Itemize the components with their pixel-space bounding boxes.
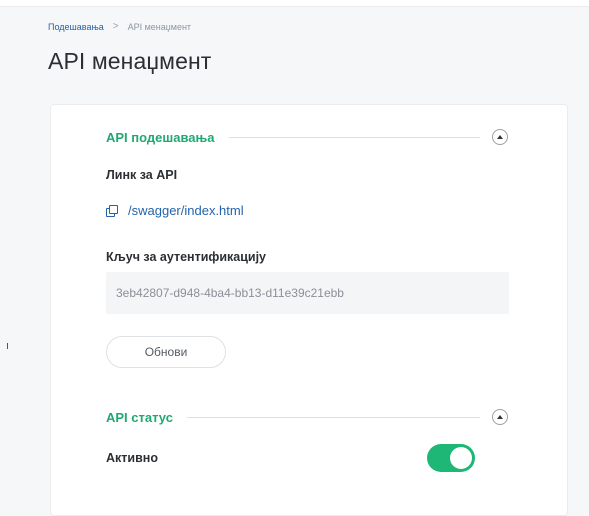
collapse-api-settings-button[interactable] — [492, 129, 508, 145]
auth-key-field[interactable]: 3eb42807-d948-4ba4-bb13-d11e39c21ebb — [106, 272, 509, 314]
active-label: Активно — [106, 451, 158, 465]
breadcrumb-settings-link[interactable]: Подешавања — [48, 22, 104, 32]
refresh-key-button[interactable]: Обнови — [106, 336, 226, 368]
api-management-card: API подешавања Линк за API /swagger/inde… — [50, 104, 568, 516]
section-divider — [186, 416, 480, 418]
breadcrumb: Подешавања > API менаџмент — [48, 21, 191, 32]
collapse-api-status-button[interactable] — [492, 409, 508, 425]
divider-mark — [7, 343, 8, 349]
api-settings-title: API подешавања — [106, 129, 215, 145]
chevron-up-icon — [497, 134, 503, 139]
breadcrumb-current: API менаџмент — [127, 21, 192, 32]
api-link[interactable]: /swagger/index.html — [106, 203, 244, 218]
api-link-label: Линк за API — [106, 168, 178, 182]
api-link-text[interactable]: /swagger/index.html — [128, 203, 244, 218]
top-bar — [0, 0, 589, 7]
chevron-up-icon — [497, 414, 503, 419]
section-divider — [228, 136, 480, 138]
breadcrumb-separator: > — [112, 21, 119, 32]
api-settings-header: API подешавања — [106, 127, 508, 147]
toggle-knob — [450, 447, 472, 469]
auth-key-label: Кључ за аутентификацију — [106, 250, 267, 264]
page-title: API менаџмент — [48, 48, 212, 74]
api-status-title: API статус — [106, 409, 173, 425]
api-status-header: API статус — [106, 407, 508, 427]
copy-icon[interactable] — [106, 204, 118, 217]
api-active-toggle[interactable] — [427, 444, 475, 472]
